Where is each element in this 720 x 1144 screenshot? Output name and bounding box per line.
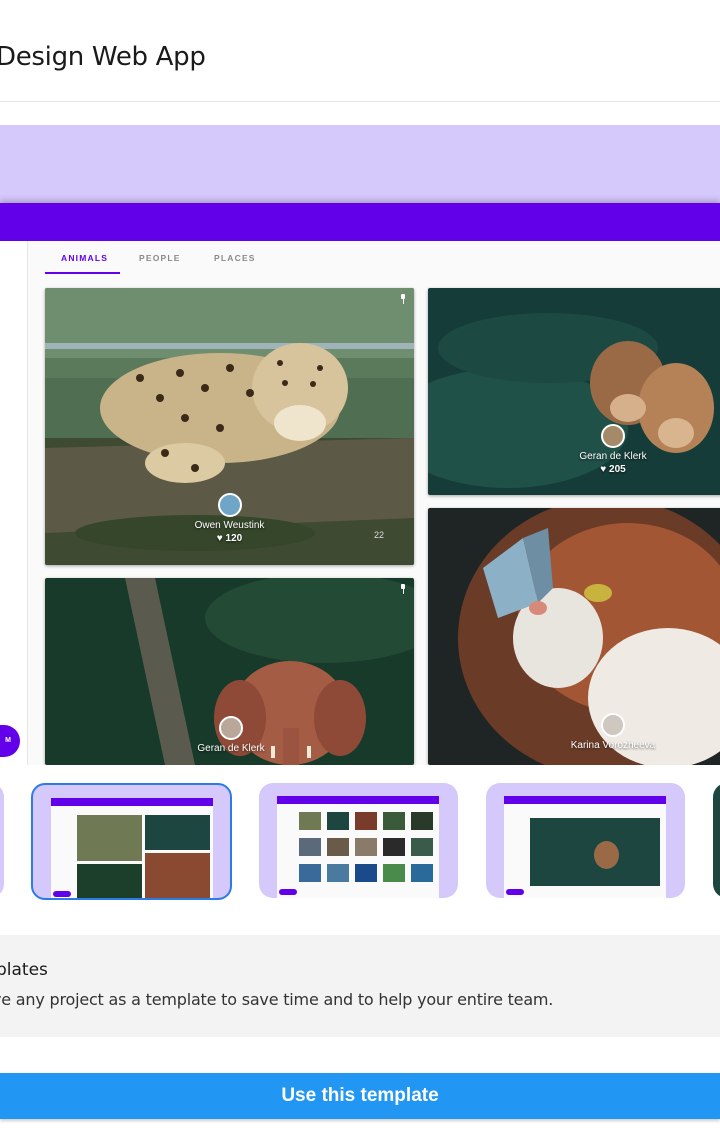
app-bar [0,203,720,241]
use-template-button[interactable]: Use this template [0,1073,720,1119]
thumbnail-screen [504,796,666,898]
thumbnail-screen [277,796,439,898]
thumbnail-partial-right[interactable] [713,783,720,898]
thumbnail-screen [51,798,213,898]
info-title: plates [0,960,48,980]
template-info: plates ve any project as a template to s… [0,935,720,1037]
thumbnail-detail-view[interactable] [486,783,685,898]
tab-animals[interactable]: ANIMALS [61,253,108,263]
info-description: ve any project as a template to save tim… [0,990,554,1009]
pin-icon[interactable] [400,294,406,304]
photo-card-lions[interactable]: Geran de Klerk ♥ 205 [428,288,720,495]
thumbnail-grid-gallery[interactable] [259,783,458,898]
tab-active-indicator [45,272,120,274]
card-author: Geran de Klerk [197,743,265,754]
card-likes: ♥ 205 [600,464,626,475]
avatar [217,493,242,517]
card-author: Owen Weustink [194,520,265,531]
page-title: Design Web App [0,42,206,72]
card-author: Geran de Klerk [579,451,647,462]
tab-people[interactable]: PEOPLE [139,253,181,263]
app-sidebar [0,241,28,765]
avatar [601,424,625,448]
card-extra: 22 [373,530,384,540]
template-thumbnail-strip [0,778,720,908]
tab-places[interactable]: PLACES [214,253,256,263]
photo-card-cat[interactable]: Karina Vorozheeva [428,508,720,765]
card-author: Karina Vorozheeva [570,740,656,751]
thumbnail-partial-left[interactable] [0,783,4,898]
thumbnail-animals-masonry[interactable] [31,783,232,900]
photo-card-elephant[interactable]: Geran de Klerk [45,578,414,765]
app-preview-frame: ANIMALS PEOPLE PLACES Owen Weustink ♥ 12… [0,203,720,765]
photo-card-leopard[interactable]: Owen Weustink ♥ 120 22 [45,288,414,565]
header: Design Web App [0,0,720,102]
card-likes: ♥ 120 [216,533,243,544]
avatar [219,716,243,740]
pin-icon[interactable] [400,584,406,594]
avatar [601,713,625,737]
template-preview: ANIMALS PEOPLE PLACES Owen Weustink ♥ 12… [0,125,720,765]
